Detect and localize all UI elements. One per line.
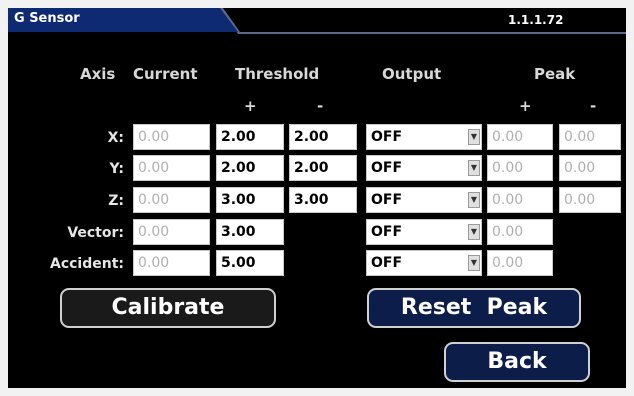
output-z-dropdown[interactable]: OFF ▼ [366, 187, 482, 213]
header-threshold-minus: - [317, 97, 324, 115]
threshold-minus-y-field[interactable]: 2.00 [289, 155, 357, 181]
dropdown-arrow-icon[interactable]: ▼ [468, 255, 480, 271]
output-accident-dropdown[interactable]: OFF ▼ [366, 250, 482, 276]
current-vector-field: 0.00 [133, 219, 210, 245]
threshold-minus-x-field[interactable]: 2.00 [289, 124, 357, 150]
header-threshold-plus: + [244, 97, 257, 115]
threshold-plus-y-field[interactable]: 2.00 [216, 155, 284, 181]
current-x-field: 0.00 [133, 124, 210, 150]
row-label-z: Z: [108, 193, 124, 209]
output-y-dropdown[interactable]: OFF ▼ [366, 155, 482, 181]
threshold-accident-field[interactable]: 5.00 [216, 250, 284, 276]
output-x-dropdown[interactable]: OFF ▼ [366, 124, 482, 150]
header-axis: Axis [80, 65, 116, 83]
current-accident-field: 0.00 [133, 250, 210, 276]
header-peak: Peak [534, 65, 576, 83]
row-label-accident: Accident: [49, 256, 124, 272]
threshold-vector-field[interactable]: 3.00 [216, 219, 284, 245]
title-bar: G Sensor 1.1.1.72 [8, 8, 626, 38]
peak-plus-y-field: 0.00 [487, 155, 553, 181]
header-peak-plus: + [519, 97, 532, 115]
peak-minus-x-field: 0.00 [559, 124, 621, 150]
current-y-field: 0.00 [133, 155, 210, 181]
peak-plus-x-field: 0.00 [487, 124, 553, 150]
peak-minus-y-field: 0.00 [559, 155, 621, 181]
dropdown-arrow-icon[interactable]: ▼ [468, 192, 480, 208]
header-threshold: Threshold [235, 65, 320, 83]
dropdown-arrow-icon[interactable]: ▼ [468, 129, 480, 145]
peak-accident-field: 0.00 [487, 250, 553, 276]
output-z-value: OFF [371, 192, 403, 208]
output-vector-dropdown[interactable]: OFF ▼ [366, 219, 482, 245]
current-z-field: 0.00 [133, 187, 210, 213]
threshold-minus-z-field[interactable]: 3.00 [289, 187, 357, 213]
output-x-value: OFF [371, 129, 403, 145]
row-label-vector: Vector: [67, 225, 124, 241]
threshold-plus-z-field[interactable]: 3.00 [216, 187, 284, 213]
back-button[interactable]: Back [444, 342, 590, 382]
reset-peak-button[interactable]: Reset Peak [367, 288, 581, 328]
output-vector-value: OFF [371, 224, 403, 240]
row-label-y: Y: [109, 161, 124, 177]
dropdown-arrow-icon[interactable]: ▼ [468, 160, 480, 176]
header-current: Current [133, 65, 198, 83]
calibrate-button[interactable]: Calibrate [60, 288, 276, 328]
peak-plus-z-field: 0.00 [487, 187, 553, 213]
g-sensor-screen: G Sensor 1.1.1.72 Axis Current Threshold… [8, 8, 626, 388]
window-title: G Sensor [14, 11, 80, 26]
output-accident-value: OFF [371, 255, 403, 271]
threshold-plus-x-field[interactable]: 2.00 [216, 124, 284, 150]
version-label: 1.1.1.72 [508, 13, 564, 27]
dropdown-arrow-icon[interactable]: ▼ [468, 224, 480, 240]
header-output: Output [382, 65, 442, 83]
peak-minus-z-field: 0.00 [559, 187, 621, 213]
peak-vector-field: 0.00 [487, 219, 553, 245]
output-y-value: OFF [371, 160, 403, 176]
header-peak-minus: - [590, 97, 597, 115]
row-label-x: X: [107, 130, 124, 146]
